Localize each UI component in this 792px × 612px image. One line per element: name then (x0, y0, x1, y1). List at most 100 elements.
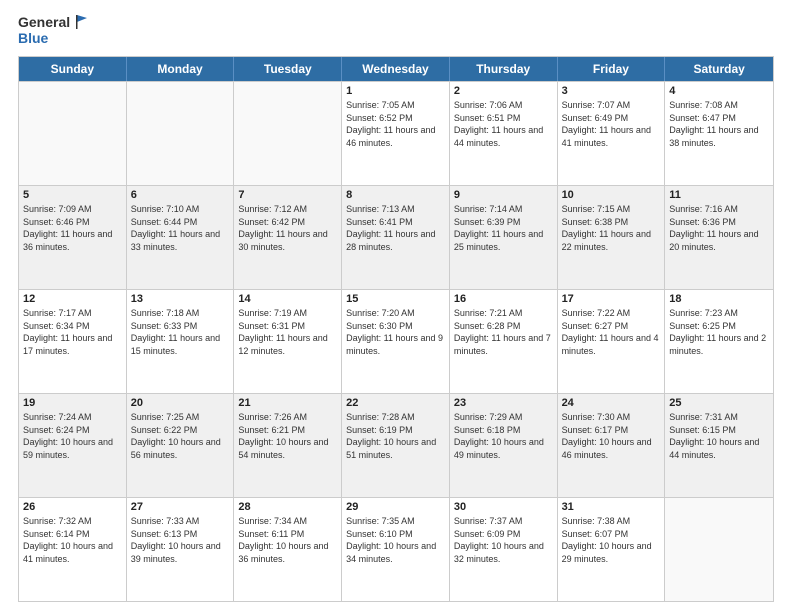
day-info-31: Sunrise: 7:38 AMSunset: 6:07 PMDaylight:… (562, 515, 661, 565)
day-info-19: Sunrise: 7:24 AMSunset: 6:24 PMDaylight:… (23, 411, 122, 461)
day-info-14: Sunrise: 7:19 AMSunset: 6:31 PMDaylight:… (238, 307, 337, 357)
day-number-26: 26 (23, 501, 122, 513)
day-number-25: 25 (669, 397, 769, 409)
day-info-17: Sunrise: 7:22 AMSunset: 6:27 PMDaylight:… (562, 307, 661, 357)
day-info-26: Sunrise: 7:32 AMSunset: 6:14 PMDaylight:… (23, 515, 122, 565)
day-info-30: Sunrise: 7:37 AMSunset: 6:09 PMDaylight:… (454, 515, 553, 565)
calendar-body: 1Sunrise: 7:05 AMSunset: 6:52 PMDaylight… (19, 81, 773, 601)
day-info-23: Sunrise: 7:29 AMSunset: 6:18 PMDaylight:… (454, 411, 553, 461)
calendar-cell-day-13: 13 Sunrise: 7:18 AMSunset: 6:33 PMDayligh… (127, 290, 235, 393)
day-number-29: 29 (346, 501, 445, 513)
calendar-cell-day-16: 16 Sunrise: 7:21 AMSunset: 6:28 PMDayligh… (450, 290, 558, 393)
calendar-cell-day-10: 10 Sunrise: 7:15 AMSunset: 6:38 PMDayligh… (558, 186, 666, 289)
day-info-12: Sunrise: 7:17 AMSunset: 6:34 PMDaylight:… (23, 307, 122, 357)
day-number-11: 11 (669, 189, 769, 201)
calendar-cell-empty-0-1 (127, 82, 235, 185)
calendar-cell-day-29: 29 Sunrise: 7:35 AMSunset: 6:10 PMDayligh… (342, 498, 450, 601)
day-number-8: 8 (346, 189, 445, 201)
calendar-cell-day-12: 12 Sunrise: 7:17 AMSunset: 6:34 PMDayligh… (19, 290, 127, 393)
calendar-cell-day-27: 27 Sunrise: 7:33 AMSunset: 6:13 PMDayligh… (127, 498, 235, 601)
calendar-cell-empty-4-6 (665, 498, 773, 601)
calendar-cell-day-8: 8Sunrise: 7:13 AMSunset: 6:41 PMDaylight… (342, 186, 450, 289)
logo-blue: Blue (18, 30, 89, 46)
day-info-27: Sunrise: 7:33 AMSunset: 6:13 PMDaylight:… (131, 515, 230, 565)
day-info-3: Sunrise: 7:07 AMSunset: 6:49 PMDaylight:… (562, 99, 661, 149)
calendar-cell-day-2: 2 Sunrise: 7:06 AMSunset: 6:51 PMDaylight… (450, 82, 558, 185)
day-number-2: 2 (454, 85, 553, 97)
day-number-20: 20 (131, 397, 230, 409)
calendar-cell-day-20: 20 Sunrise: 7:25 AMSunset: 6:22 PMDayligh… (127, 394, 235, 497)
day-info-5: Sunrise: 7:09 AMSunset: 6:46 PMDaylight:… (23, 203, 122, 253)
calendar-cell-day-1: 1Sunrise: 7:05 AMSunset: 6:52 PMDaylight… (342, 82, 450, 185)
calendar-cell-empty-0-0 (19, 82, 127, 185)
header-day-wednesday: Wednesday (342, 57, 450, 81)
calendar-week-1: 1Sunrise: 7:05 AMSunset: 6:52 PMDaylight… (19, 81, 773, 185)
logo-flag-icon (73, 14, 89, 30)
calendar-cell-day-22: 22Sunrise: 7:28 AMSunset: 6:19 PMDayligh… (342, 394, 450, 497)
calendar-cell-empty-0-2 (234, 82, 342, 185)
day-info-2: Sunrise: 7:06 AMSunset: 6:51 PMDaylight:… (454, 99, 553, 149)
calendar-week-3: 12 Sunrise: 7:17 AMSunset: 6:34 PMDayligh… (19, 289, 773, 393)
day-info-13: Sunrise: 7:18 AMSunset: 6:33 PMDaylight:… (131, 307, 230, 357)
day-number-16: 16 (454, 293, 553, 305)
calendar-cell-day-28: 28Sunrise: 7:34 AMSunset: 6:11 PMDayligh… (234, 498, 342, 601)
day-number-7: 7 (238, 189, 337, 201)
logo-text: General Blue (18, 14, 89, 46)
day-number-18: 18 (669, 293, 769, 305)
calendar-cell-day-21: 21Sunrise: 7:26 AMSunset: 6:21 PMDayligh… (234, 394, 342, 497)
calendar-cell-day-18: 18Sunrise: 7:23 AMSunset: 6:25 PMDayligh… (665, 290, 773, 393)
header-day-tuesday: Tuesday (234, 57, 342, 81)
day-number-9: 9 (454, 189, 553, 201)
day-info-6: Sunrise: 7:10 AMSunset: 6:44 PMDaylight:… (131, 203, 230, 253)
day-info-25: Sunrise: 7:31 AMSunset: 6:15 PMDaylight:… (669, 411, 769, 461)
day-number-28: 28 (238, 501, 337, 513)
day-number-27: 27 (131, 501, 230, 513)
day-info-24: Sunrise: 7:30 AMSunset: 6:17 PMDaylight:… (562, 411, 661, 461)
day-number-1: 1 (346, 85, 445, 97)
header-day-friday: Friday (558, 57, 666, 81)
day-number-22: 22 (346, 397, 445, 409)
calendar-cell-day-31: 31 Sunrise: 7:38 AMSunset: 6:07 PMDayligh… (558, 498, 666, 601)
calendar-cell-day-7: 7Sunrise: 7:12 AMSunset: 6:42 PMDaylight… (234, 186, 342, 289)
day-info-20: Sunrise: 7:25 AMSunset: 6:22 PMDaylight:… (131, 411, 230, 461)
header-day-saturday: Saturday (665, 57, 773, 81)
day-info-9: Sunrise: 7:14 AMSunset: 6:39 PMDaylight:… (454, 203, 553, 253)
day-number-24: 24 (562, 397, 661, 409)
day-info-10: Sunrise: 7:15 AMSunset: 6:38 PMDaylight:… (562, 203, 661, 253)
day-number-12: 12 (23, 293, 122, 305)
day-number-3: 3 (562, 85, 661, 97)
page: General Blue SundayMondayTuesdayWednesda… (0, 0, 792, 612)
calendar-cell-day-11: 11 Sunrise: 7:16 AMSunset: 6:36 PMDayligh… (665, 186, 773, 289)
header-day-thursday: Thursday (450, 57, 558, 81)
logo-general: General (18, 14, 70, 30)
day-number-10: 10 (562, 189, 661, 201)
day-number-31: 31 (562, 501, 661, 513)
calendar-cell-day-6: 6Sunrise: 7:10 AMSunset: 6:44 PMDaylight… (127, 186, 235, 289)
calendar-header-row: SundayMondayTuesdayWednesdayThursdayFrid… (19, 57, 773, 81)
calendar-cell-day-17: 17Sunrise: 7:22 AMSunset: 6:27 PMDayligh… (558, 290, 666, 393)
calendar-cell-day-9: 9 Sunrise: 7:14 AMSunset: 6:39 PMDaylight… (450, 186, 558, 289)
calendar-week-2: 5 Sunrise: 7:09 AMSunset: 6:46 PMDaylight… (19, 185, 773, 289)
day-number-4: 4 (669, 85, 769, 97)
day-number-13: 13 (131, 293, 230, 305)
day-info-16: Sunrise: 7:21 AMSunset: 6:28 PMDaylight:… (454, 307, 553, 357)
calendar-week-4: 19Sunrise: 7:24 AMSunset: 6:24 PMDayligh… (19, 393, 773, 497)
calendar-cell-day-30: 30 Sunrise: 7:37 AMSunset: 6:09 PMDayligh… (450, 498, 558, 601)
day-info-29: Sunrise: 7:35 AMSunset: 6:10 PMDaylight:… (346, 515, 445, 565)
calendar-cell-day-26: 26 Sunrise: 7:32 AMSunset: 6:14 PMDayligh… (19, 498, 127, 601)
day-number-15: 15 (346, 293, 445, 305)
day-number-30: 30 (454, 501, 553, 513)
calendar-cell-day-23: 23 Sunrise: 7:29 AMSunset: 6:18 PMDayligh… (450, 394, 558, 497)
logo: General Blue (18, 14, 89, 46)
day-number-5: 5 (23, 189, 122, 201)
header: General Blue (18, 14, 774, 46)
day-info-15: Sunrise: 7:20 AMSunset: 6:30 PMDaylight:… (346, 307, 445, 357)
day-number-21: 21 (238, 397, 337, 409)
day-info-11: Sunrise: 7:16 AMSunset: 6:36 PMDaylight:… (669, 203, 769, 253)
calendar-cell-day-14: 14Sunrise: 7:19 AMSunset: 6:31 PMDayligh… (234, 290, 342, 393)
header-day-monday: Monday (127, 57, 235, 81)
calendar-cell-day-19: 19Sunrise: 7:24 AMSunset: 6:24 PMDayligh… (19, 394, 127, 497)
day-info-4: Sunrise: 7:08 AMSunset: 6:47 PMDaylight:… (669, 99, 769, 149)
day-number-23: 23 (454, 397, 553, 409)
calendar: SundayMondayTuesdayWednesdayThursdayFrid… (18, 56, 774, 602)
